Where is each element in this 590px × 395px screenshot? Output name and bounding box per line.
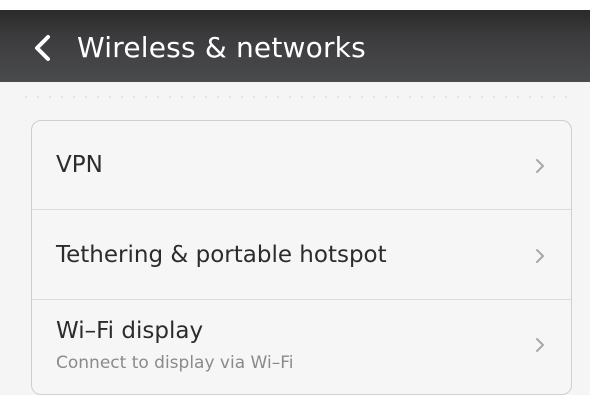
- chevron-right-icon: [536, 249, 544, 263]
- chevron-right-icon: [536, 338, 544, 352]
- back-button[interactable]: [22, 24, 62, 72]
- settings-item-wifi-display[interactable]: Wi–Fi display Connect to display via Wi–…: [32, 300, 571, 394]
- divider: [20, 96, 570, 98]
- settings-item-tethering[interactable]: Tethering & portable hotspot: [32, 210, 571, 300]
- settings-item-label: VPN: [56, 152, 103, 178]
- page-title: Wireless & networks: [77, 31, 366, 64]
- settings-item-label: Tethering & portable hotspot: [56, 242, 387, 268]
- settings-item-vpn[interactable]: VPN: [32, 121, 571, 210]
- settings-item-summary: Connect to display via Wi–Fi: [56, 353, 294, 373]
- settings-item-label: Wi–Fi display: [56, 318, 204, 344]
- action-bar: Wireless & networks: [0, 0, 590, 82]
- settings-list: VPN Tethering & portable hotspot Wi–Fi d…: [31, 120, 572, 395]
- chevron-right-icon: [536, 159, 544, 173]
- chevron-left-icon: [35, 35, 50, 61]
